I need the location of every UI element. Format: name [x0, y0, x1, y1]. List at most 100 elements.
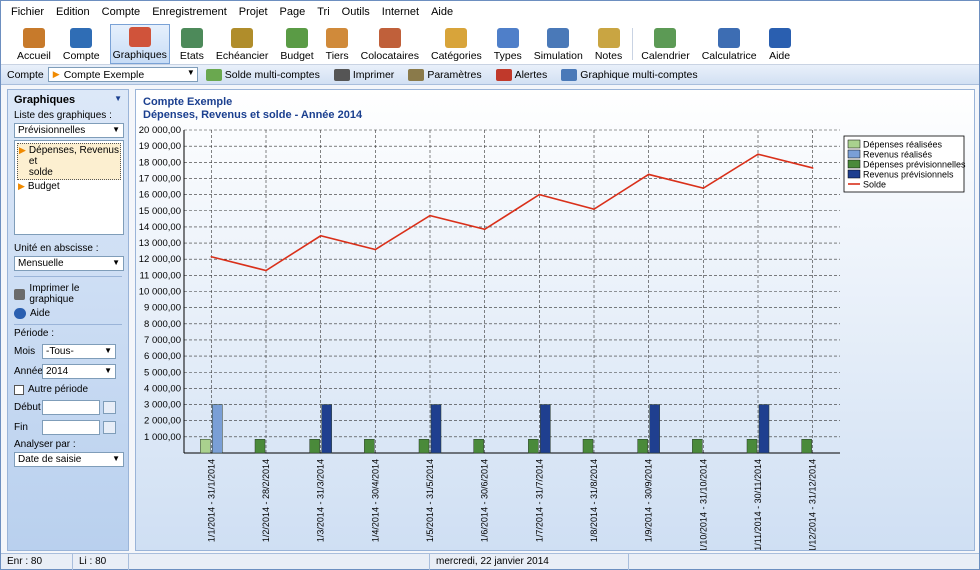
x-tick-label: 1/1/2014 - 31/1/2014: [206, 459, 216, 542]
y-tick-label: 11 000,00: [139, 270, 181, 281]
toolbar-button-compte[interactable]: Compte: [61, 24, 102, 64]
multi-balance-icon: [205, 68, 222, 81]
menu-item-aide[interactable]: Aide: [431, 6, 453, 18]
sidebar-title: Graphiques: [14, 94, 76, 106]
solde-point: [593, 208, 595, 210]
y-tick-label: 3 000,00: [144, 400, 181, 411]
menu-item-outils[interactable]: Outils: [342, 6, 370, 18]
calendar-icon[interactable]: [103, 421, 116, 434]
menu-item-internet[interactable]: Internet: [382, 6, 419, 18]
toolbar-button-types[interactable]: Types: [492, 24, 524, 64]
calendar-icon[interactable]: [103, 401, 116, 414]
collapse-icon[interactable]: ▼: [114, 94, 122, 106]
menu-item-tri[interactable]: Tri: [317, 6, 329, 18]
account-action-label: Imprimer: [352, 68, 395, 81]
y-tick-label: 5 000,00: [144, 367, 181, 378]
chart-title: Compte Exemple: [143, 96, 233, 108]
account-select-value: Compte Exemple: [63, 68, 145, 81]
solde-point: [811, 167, 814, 169]
month-label: Mois: [14, 346, 36, 357]
graph-item-label: Dépenses, Revenus et: [28, 145, 119, 167]
main-toolbar: Accueil Compte Graphiques Etats Echéancier Bu…: [1, 23, 979, 65]
graph-type-select[interactable]: Prévisionnelles ▼: [14, 123, 124, 138]
toolbar-button-calculatrice[interactable]: Calculatrice: [700, 24, 759, 64]
status-lines: Li : 80: [73, 553, 129, 570]
x-tick-label: 1/10/2014 - 31/10/2014: [698, 459, 708, 550]
toolbar-label: Echéancier: [215, 50, 269, 62]
toolbar-button-accueil[interactable]: Accueil: [15, 24, 53, 64]
bar-revenus-pr-visionnels: [430, 404, 442, 454]
toolbar-label: Aide: [769, 50, 791, 62]
toolbar-label: Simulation: [533, 50, 583, 62]
help-link[interactable]: Aide: [14, 308, 122, 319]
account-action-alertes[interactable]: Alertes: [495, 68, 547, 81]
account-bar: Compte ▶ Compte Exemple ▼ Solde multi-co…: [1, 65, 979, 85]
toolbar-button-notes[interactable]: Notes: [593, 24, 624, 64]
month-select[interactable]: -Tous- ▼: [42, 344, 116, 359]
toolbar-button-colocataires[interactable]: Colocataires: [359, 24, 421, 64]
settings-icon: [408, 68, 425, 81]
legend-label: Revenus réalisés: [863, 150, 933, 160]
toolbar-button-aide[interactable]: Aide: [767, 24, 793, 64]
account-action-label: Graphique multi-comptes: [580, 68, 698, 81]
legend-swatch: [847, 169, 861, 179]
simulation-icon: [547, 28, 570, 48]
status-date: mercredi, 22 janvier 2014: [429, 553, 629, 570]
bar-d-penses-pr-visionnelles: [692, 439, 703, 454]
account-actions: Solde multi-comptes Imprimer Paramètres Ale…: [205, 68, 712, 81]
account-arrow-icon: ▶: [52, 69, 60, 79]
x-tick-label: 1/4/2014 - 30/4/2014: [370, 459, 380, 542]
menu-item-compte[interactable]: Compte: [102, 6, 141, 18]
account-action-graphique-multi-comptes[interactable]: Graphique multi-comptes: [561, 68, 698, 81]
toolbar-label: Budget: [280, 50, 314, 62]
account-action-param-tres[interactable]: Paramètres: [408, 68, 482, 81]
report-icon: [180, 28, 203, 48]
toolbar-button-budget[interactable]: Budget: [278, 24, 315, 64]
graph-list-item-depenses[interactable]: ▶ Dépenses, Revenus et solde: [17, 143, 121, 180]
x-tick-label: 1/2/2014 - 28/2/2014: [261, 459, 271, 542]
toolbar-button-tiers[interactable]: Tiers: [324, 24, 351, 64]
solde-point: [374, 248, 377, 251]
toolbar-label: Etats: [179, 50, 204, 62]
analyse-select[interactable]: Date de saisie ▼: [14, 452, 124, 467]
toolbar-button-etats[interactable]: Etats: [178, 24, 206, 64]
start-date-field[interactable]: [42, 400, 100, 415]
x-tick-label: 1/6/2014 - 30/6/2014: [480, 459, 490, 542]
y-tick-label: 10 000,00: [139, 287, 181, 298]
legend-label: Revenus prévisionnels: [863, 170, 954, 180]
year-select[interactable]: 2014 ▼: [42, 364, 116, 379]
account-select[interactable]: ▶ Compte Exemple ▼: [47, 67, 198, 82]
other-period-checkbox[interactable]: [14, 384, 24, 395]
toolbar-label: Colocataires: [360, 50, 419, 62]
account-action-imprimer[interactable]: Imprimer: [333, 68, 395, 81]
menu-item-projet[interactable]: Projet: [239, 6, 268, 18]
legend-label: Dépenses réalisées: [863, 140, 943, 150]
toolbar-button-cat-gories[interactable]: Catégories: [429, 24, 484, 64]
abscissa-select[interactable]: Mensuelle ▼: [14, 256, 124, 271]
solde-point: [757, 153, 759, 156]
bar-d-penses-pr-visionnelles: [582, 439, 594, 454]
start-label: Début: [14, 402, 41, 413]
solde-point: [538, 193, 541, 196]
y-tick-label: 18 000,00: [139, 157, 181, 168]
bar-revenus-pr-visionnels: [758, 404, 770, 454]
toolbar-button-simulation[interactable]: Simulation: [532, 24, 585, 64]
toolbar-button-ech-ancier[interactable]: Echéancier: [214, 24, 271, 64]
end-label: Fin: [14, 422, 28, 433]
y-tick-label: 20 000,00: [139, 125, 181, 136]
y-tick-label: 9 000,00: [144, 303, 181, 314]
menu-item-enregistrement[interactable]: Enregistrement: [152, 6, 227, 18]
graph-list-item-budget[interactable]: ▶ Budget: [17, 180, 121, 193]
print-graph-link[interactable]: Imprimer le graphique: [14, 283, 122, 305]
help-icon: [768, 28, 791, 48]
menu-item-fichier[interactable]: Fichier: [11, 6, 44, 18]
account-action-solde-multi-comptes[interactable]: Solde multi-comptes: [205, 68, 320, 81]
menu-item-page[interactable]: Page: [280, 6, 306, 18]
toolbar-button-graphiques[interactable]: Graphiques: [109, 24, 170, 64]
bar-d-penses-pr-visionnelles: [473, 439, 484, 454]
y-tick-label: 2 000,00: [144, 416, 181, 427]
menu-item-edition[interactable]: Edition: [56, 6, 90, 18]
category-icon: [445, 28, 468, 48]
toolbar-button-calendrier[interactable]: Calendrier: [639, 24, 691, 64]
end-date-field[interactable]: [42, 420, 100, 435]
